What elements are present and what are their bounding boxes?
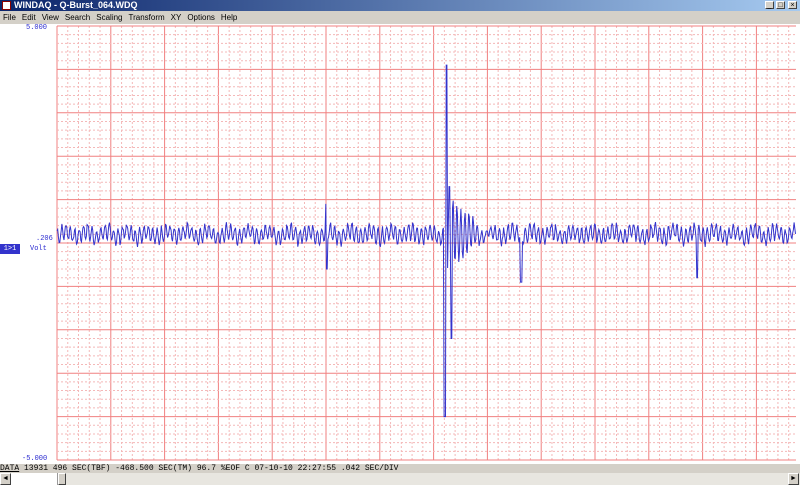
menu-edit[interactable]: Edit <box>19 11 39 24</box>
status-bar: DATA 13931 496 SEC(TBF) -468.500 SEC(TM)… <box>0 464 800 473</box>
plot-grid <box>56 25 796 461</box>
maximize-button[interactable]: □ <box>776 1 785 9</box>
menu-view[interactable]: View <box>39 11 62 24</box>
menu-transform[interactable]: Transform <box>126 11 168 24</box>
y-axis-unit-label: Volt <box>30 245 47 253</box>
menu-file[interactable]: File <box>0 11 19 24</box>
title-bar: WINDAQ - Q-Burst_064.WDQ _ □ × <box>0 0 800 11</box>
menu-bar: File Edit View Search Scaling Transform XY Opti… <box>0 11 800 24</box>
menu-xy[interactable]: XY <box>168 11 185 24</box>
close-button[interactable]: × <box>788 1 797 9</box>
y-axis-top-label: 5.000 <box>26 24 48 32</box>
window-title: WINDAQ - Q-Burst_064.WDQ <box>14 0 138 10</box>
horizontal-scrollbar[interactable]: ◄ ► <box>0 473 800 485</box>
waveform-canvas[interactable] <box>0 24 800 464</box>
waveform-plot[interactable]: 5.000 .206 Volt -5.000 <box>0 24 800 464</box>
menu-search[interactable]: Search <box>62 11 93 24</box>
y-axis-bottom-label: -5.000 <box>22 455 48 463</box>
scroll-thumb[interactable] <box>58 473 66 485</box>
status-data-label: DATA <box>0 464 20 473</box>
scroll-left-arrow-icon[interactable]: ◄ <box>0 473 11 485</box>
minimize-button[interactable]: _ <box>765 1 774 9</box>
menu-options[interactable]: Options <box>184 11 218 24</box>
waveform-trace <box>56 64 796 418</box>
scroll-right-arrow-icon[interactable]: ► <box>788 473 799 485</box>
status-text: 13931 496 SEC(TBF) -468.500 SEC(TM) 96.7… <box>19 464 399 473</box>
y-axis-value-label: .206 <box>36 235 53 243</box>
menu-scaling[interactable]: Scaling <box>93 11 125 24</box>
channel-indicator[interactable]: 1>1 <box>0 244 20 254</box>
app-icon[interactable] <box>2 1 11 10</box>
menu-help[interactable]: Help <box>218 11 240 24</box>
